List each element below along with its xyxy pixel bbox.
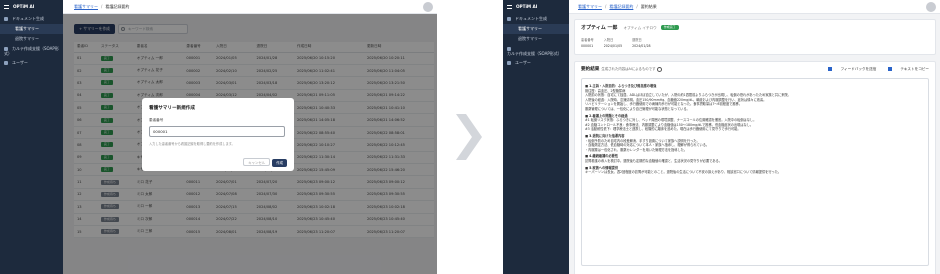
patient-number-label: 患者番号 xyxy=(149,118,164,122)
app-logo: OPTiM AI xyxy=(0,0,63,14)
sidebar-item-label: ユーザー xyxy=(12,60,28,65)
patient-card: オプティム 一郎 オプティム イチロウ 作成完了 患者番号 000001 入院日 202… xyxy=(574,19,936,55)
app-logo: OPTiM AI xyxy=(503,0,569,14)
create-modal: 看護サマリー新規作成 患者番号 000001 入力した患者番号から看護記録を取得… xyxy=(142,98,294,171)
create-button[interactable]: 作成 xyxy=(272,159,287,167)
meta-label: 入院日 xyxy=(603,38,614,42)
sidebar-item-label: ユーザー xyxy=(515,60,531,65)
result-screen: OPTiM AI ドキュメント生成 看護サマリー 退院サマリー カルテ作成支援（… xyxy=(503,0,940,274)
breadcrumb-link[interactable]: 看護サマリー xyxy=(578,4,602,9)
document-icon xyxy=(4,17,8,21)
meta-value: 2024/01/28 xyxy=(632,44,651,48)
cancel-button[interactable]: キャンセル xyxy=(243,158,271,166)
patient-number-input[interactable]: 000001 xyxy=(149,126,285,137)
sidebar-item-label: ドキュメント生成 xyxy=(515,16,547,21)
summary-line: 訪問看護の導入を検討中。退院後も定期的な血糖値の確認と、生活状況の見守りが必要で… xyxy=(585,158,722,163)
breadcrumb-link[interactable]: 看護サマリー xyxy=(74,4,98,9)
modal-title: 看護サマリー新規作成 xyxy=(149,106,195,111)
sidebar-item-label: 退院サマリー xyxy=(15,36,39,41)
sidebar: OPTiM AI ドキュメント生成 看護サマリー 退院サマリー カルテ作成支援（… xyxy=(0,0,63,274)
summary-line: #3 活動耐性低下：理学療法士と連携し、段階的に離床を進めた。現在は歩行器使用に… xyxy=(585,127,741,132)
meta-value: 2024/01/05 xyxy=(603,44,623,48)
feedback-button[interactable]: フィードバックを送信 xyxy=(822,67,876,71)
meta-discharge-date: 退院日 2024/01/28 xyxy=(632,37,650,48)
avatar[interactable] xyxy=(926,2,936,12)
breadcrumb-link[interactable]: 看護記録要約 xyxy=(609,4,633,9)
sidebar: OPTiM AI ドキュメント生成 看護サマリー 退院サマリー カルテ作成支援（… xyxy=(503,0,569,274)
sidebar-item-label: ドキュメント生成 xyxy=(12,16,44,21)
modal-buttons: キャンセル 作成 xyxy=(243,158,287,167)
sidebar-item-label: 看護サマリー xyxy=(518,26,542,31)
sidebar-item-label: カルテ作成支援（SOAP形式） xyxy=(4,46,59,56)
meta-patient-number: 患者番号 000001 xyxy=(581,37,594,48)
thumbs-up-icon xyxy=(828,67,833,71)
chevron-right-icon xyxy=(456,114,482,160)
summary-card: 要約結果 生成された内容はAIによるものです フィードバックを送信 テキストをコピー… xyxy=(574,61,936,274)
user-icon xyxy=(507,61,511,65)
sidebar-item-users[interactable]: ユーザー xyxy=(0,58,63,68)
main-area: 看護サマリー / 看護記録要約 / 要約結果 オプティム 一郎 オプティム イチロウ 作成完… xyxy=(569,0,940,274)
document-icon xyxy=(507,17,511,21)
patient-meta: 患者番号 000001 入院日 2024/01/05 退院日 2024/01/28 xyxy=(581,37,929,48)
sidebar-item-document-generation[interactable]: ドキュメント生成 xyxy=(503,14,569,24)
copy-button[interactable]: テキストをコピー xyxy=(882,67,929,71)
sidebar-item-nursing-summary[interactable]: 看護サマリー xyxy=(0,24,63,34)
sidebar-item-label: カルテ作成支援（SOAP形式） xyxy=(507,51,562,56)
user-icon xyxy=(4,61,8,65)
sidebar-item-discharge-summary[interactable]: 退院サマリー xyxy=(0,34,63,44)
avatar[interactable] xyxy=(423,2,433,12)
summary-text-area[interactable]: ■ 1.主訴・入院目的：ふらつき及び倦怠感の増強 既往歴：高血圧、2型糖尿病 入院前… xyxy=(581,78,929,266)
breadcrumb-current: 看護記録要約 xyxy=(105,4,130,9)
summary-line: キーパーソンは長女。週2回程度の訪問が可能とのこと。退院後の生活について不安の訴… xyxy=(585,170,782,175)
patient-name: オプティム 一郎 xyxy=(581,25,618,31)
summary-actions: フィードバックを送信 テキストをコピー xyxy=(816,67,929,72)
breadcrumb-current: 要約結果 xyxy=(640,4,657,9)
summary-subtitle: 生成された内容はAIによるものです xyxy=(601,67,656,71)
app-logo-text: OPTiM AI xyxy=(516,4,538,9)
meta-value: 000001 xyxy=(581,44,594,48)
breadcrumb: 看護サマリー / 看護記録要約 xyxy=(63,0,437,14)
sidebar-item-nursing-summary[interactable]: 看護サマリー xyxy=(503,24,569,34)
status-badge: 作成完了 xyxy=(660,25,679,30)
meta-admission-date: 入院日 2024/01/05 xyxy=(604,37,622,48)
sidebar-item-soap[interactable]: カルテ作成支援（SOAP形式） xyxy=(0,44,63,58)
list-screen: OPTiM AI ドキュメント生成 看護サマリー 退院サマリー カルテ作成支援（… xyxy=(0,0,437,274)
modal-help-text: 入力した患者番号から看護記録を取得し要約を作成します。 xyxy=(149,142,235,146)
sidebar-item-users[interactable]: ユーザー xyxy=(503,58,569,68)
patient-kana: オプティム イチロウ xyxy=(623,26,657,30)
sidebar-item-label: 看護サマリー xyxy=(15,26,39,31)
sidebar-item-document-generation[interactable]: ドキュメント生成 xyxy=(0,14,63,24)
breadcrumb: 看護サマリー / 看護記録要約 / 要約結果 xyxy=(569,0,940,14)
copy-label: テキストをコピー xyxy=(900,67,929,71)
app-logo-text: OPTiM AI xyxy=(13,4,35,9)
sidebar-item-soap[interactable]: カルテ作成支援（SOAP形式） xyxy=(503,44,569,58)
breadcrumb-separator: / xyxy=(605,4,607,9)
meta-label: 退院日 xyxy=(632,38,642,42)
copy-icon xyxy=(888,67,893,71)
meta-label: 患者番号 xyxy=(581,38,594,42)
menu-icon[interactable] xyxy=(4,5,9,9)
summary-line: 服薬管理については、一包化により自己管理が可能な状態となっている。 xyxy=(585,106,690,111)
sidebar-item-discharge-summary[interactable]: 退院サマリー xyxy=(503,34,569,44)
breadcrumb-separator: / xyxy=(101,4,103,9)
summary-title: 要約結果 xyxy=(581,67,600,72)
breadcrumb-separator: / xyxy=(636,4,638,9)
summary-line: ・内服薬は一包化され、服薬カレンダーを用いた管理方法を指導した。 xyxy=(585,147,688,152)
sidebar-item-label: 退院サマリー xyxy=(518,36,542,41)
feedback-label: フィードバックを送信 xyxy=(840,67,877,71)
menu-icon[interactable] xyxy=(507,5,512,9)
info-icon[interactable] xyxy=(657,66,663,72)
